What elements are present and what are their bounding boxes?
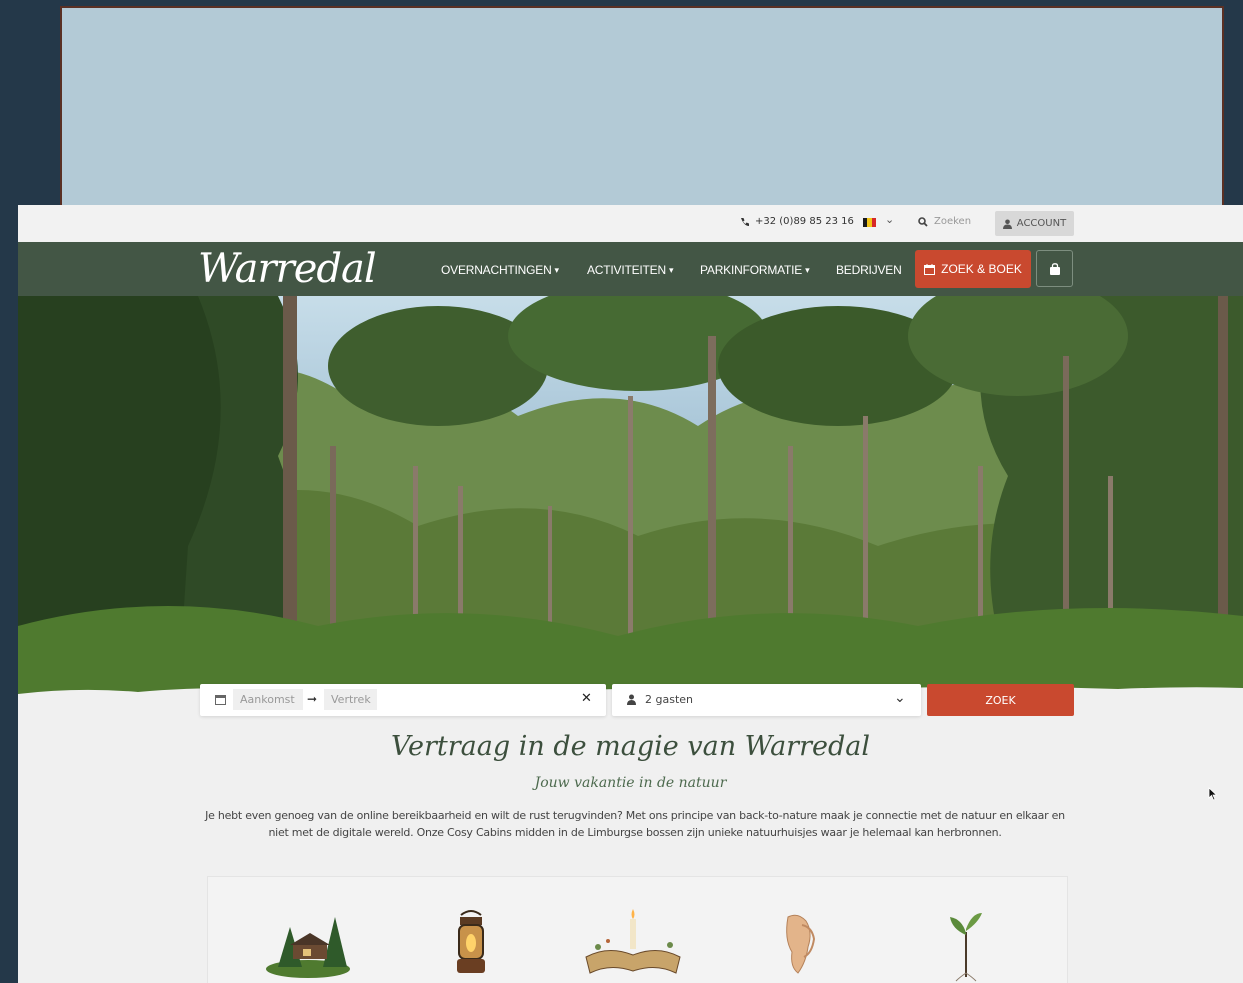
phone-link[interactable]: +32 (0)89 85 23 16 — [740, 216, 854, 227]
background-window-panel — [60, 6, 1224, 216]
utility-bar: +32 (0)89 85 23 16 ⌄ Zoeken ACCOUNT — [18, 205, 1243, 242]
chevron-down-icon: ▾ — [805, 264, 810, 275]
clear-dates-close-icon[interactable]: ✕ — [581, 691, 592, 706]
page-subheadline: Jouw vakantie in de natuur — [534, 775, 727, 791]
nav-item-parkinformatie[interactable]: PARKINFORMATIE ▾ — [700, 263, 810, 277]
search-button-label: ZOEK — [985, 693, 1016, 707]
lantern-icon — [457, 910, 485, 973]
open-book-candle-icon — [585, 909, 681, 974]
holding-hands-icon — [786, 914, 816, 974]
arrow-right-icon: ➞ — [307, 692, 318, 706]
account-button[interactable]: ACCOUNT — [995, 211, 1074, 236]
intro-paragraph: Je hebt even genoeg van de online bereik… — [205, 809, 1065, 839]
calendar-icon — [924, 263, 936, 275]
chevron-down-icon: ⌄ — [894, 690, 906, 706]
cabin-in-forest-icon — [266, 917, 350, 978]
book-button-label: ZOEK & BOEK — [941, 262, 1022, 276]
hero-forest-image — [18, 296, 1243, 696]
search-placeholder: Zoeken — [934, 216, 972, 227]
user-icon — [627, 694, 636, 705]
account-label: ACCOUNT — [1016, 218, 1067, 229]
search-icon — [918, 216, 928, 227]
nav-item-overnachtingen[interactable]: OVERNACHTINGEN ▾ — [441, 263, 559, 277]
page-headline: Vertraag in de magie van Warredal — [391, 731, 870, 762]
shopping-bag-icon — [1049, 262, 1060, 275]
nav-item-label: OVERNACHTINGEN — [441, 263, 552, 277]
nav-item-bedrijven[interactable]: BEDRIJVEN — [836, 263, 902, 277]
chevron-down-icon: ▾ — [554, 264, 560, 275]
guests-select[interactable]: 2 gasten ⌄ — [612, 684, 921, 716]
website-page: +32 (0)89 85 23 16 ⌄ Zoeken ACCOUNT Warr… — [18, 205, 1243, 983]
language-flag[interactable] — [863, 218, 876, 227]
mouse-cursor-icon — [1208, 787, 1218, 801]
nav-item-label: BEDRIJVEN — [836, 263, 902, 277]
features-panel — [207, 876, 1068, 983]
departure-placeholder: Vertrek — [331, 693, 371, 706]
flag-stripe-red — [871, 218, 876, 227]
search-field[interactable]: Zoeken — [918, 216, 971, 227]
search-button[interactable]: ZOEK — [927, 684, 1074, 716]
sprout-icon — [950, 913, 982, 982]
arrival-placeholder: Aankomst — [240, 693, 295, 706]
user-icon — [1002, 219, 1012, 229]
departure-field[interactable]: Vertrek — [324, 689, 377, 710]
nav-item-label: PARKINFORMATIE — [700, 263, 803, 277]
nav-item-activiteiten[interactable]: ACTIVITEITEN ▾ — [587, 263, 673, 277]
nav-item-label: ACTIVITEITEN — [587, 263, 666, 277]
phone-number: +32 (0)89 85 23 16 — [755, 216, 854, 227]
guests-value: 2 gasten — [645, 693, 694, 706]
cart-button[interactable] — [1036, 250, 1073, 287]
calendar-icon — [215, 695, 226, 705]
language-chevron-down-icon[interactable]: ⌄ — [885, 213, 894, 226]
chevron-down-icon: ▾ — [668, 264, 674, 275]
site-logo[interactable]: Warredal — [198, 246, 377, 292]
search-and-book-button[interactable]: ZOEK & BOEK — [915, 250, 1031, 288]
main-navigation: Warredal OVERNACHTINGEN ▾ ACTIVITEITEN ▾… — [18, 242, 1243, 296]
date-picker[interactable]: Aankomst ➞ Vertrek ✕ — [200, 684, 606, 716]
phone-icon — [741, 217, 749, 226]
arrival-field[interactable]: Aankomst — [233, 689, 303, 710]
